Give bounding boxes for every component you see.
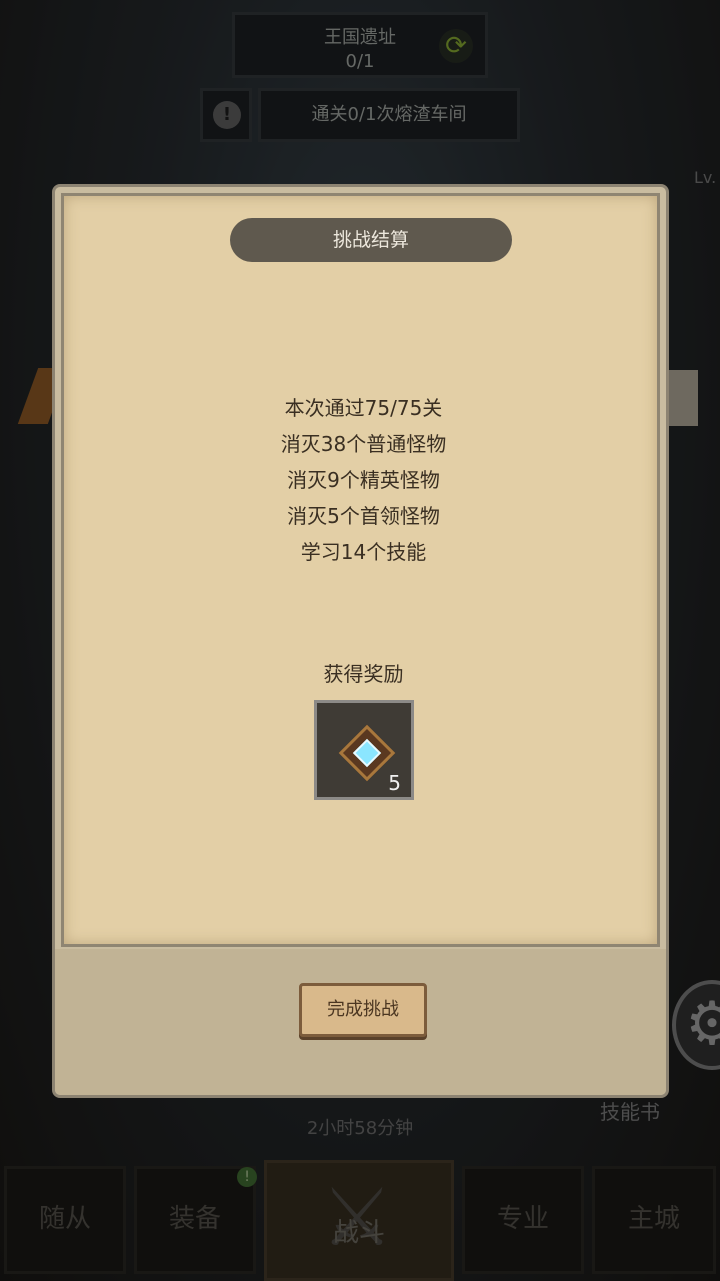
stat-elite-kills: 消灭9个精英怪物 [287,468,440,492]
stats-list: 本次通过75/75关 消灭38个普通怪物 消灭9个精英怪物 消灭5个首领怪物 学… [64,390,663,570]
challenge-result-dialog: 挑战结算 本次通过75/75关 消灭38个普通怪物 消灭9个精英怪物 消灭5个首… [52,184,669,1098]
reward-count: 5 [388,771,401,795]
stat-skills-learned: 学习14个技能 [300,540,427,564]
paper-panel: 挑战结算 本次通过75/75关 消灭38个普通怪物 消灭9个精英怪物 消灭5个首… [61,193,660,947]
complete-challenge-button[interactable]: 完成挑战 [299,983,427,1037]
stat-normal-kills: 消灭38个普通怪物 [280,432,447,456]
reward-title: 获得奖励 [323,662,404,686]
dialog-title: 挑战结算 [230,218,512,262]
stat-boss-kills: 消灭5个首领怪物 [287,504,440,528]
stat-stages-cleared: 本次通过75/75关 [284,396,443,420]
reward-item-slot[interactable]: 5 [314,700,414,800]
